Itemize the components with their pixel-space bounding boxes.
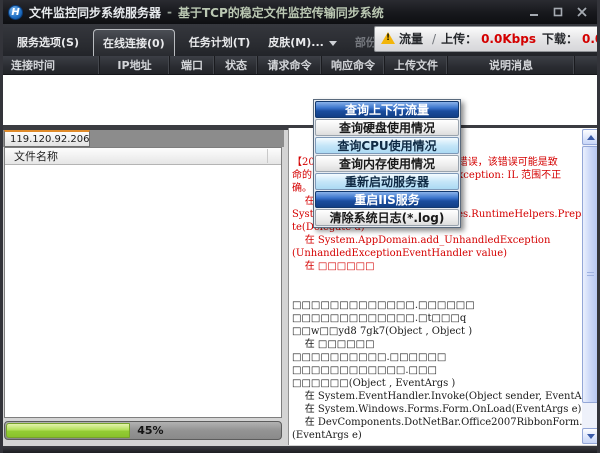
minimize-icon[interactable]: [528, 6, 540, 18]
file-list-panel[interactable]: 文件名称: [4, 147, 282, 418]
download-value: 0.0Kbps: [582, 26, 600, 52]
progress-fill: [6, 423, 130, 438]
tab-skin[interactable]: 皮肤(M)...: [259, 29, 346, 56]
column-header-port[interactable]: 端口: [170, 56, 215, 74]
warning-triangle-icon: [381, 32, 395, 44]
error-log-black-block: □□□□□□□□□□□□□.□□□□□□ □□□□□□□□□□□□□.□t□□□…: [292, 299, 582, 442]
ribbon-tab-bar: 服务选项(S) 在线连接(0) 任务计划(T) 皮肤(M)... 部份同步(B)…: [0, 24, 600, 56]
tab-service-options[interactable]: 服务选项(S): [8, 29, 88, 56]
file-list-column-header[interactable]: 文件名称: [5, 148, 281, 165]
context-menu: 查询上下行流量 查询硬盘使用情况 查询CPU使用情况 查询内存使用情况 重新启动…: [313, 99, 461, 228]
tab-online-connections[interactable]: 在线连接(0): [93, 29, 175, 56]
column-header-request-cmd[interactable]: 请求命令: [258, 56, 322, 74]
title-bar: H 文件监控同步系统服务器 - 基于TCP的稳定文件监控传输同步系统: [0, 0, 600, 24]
download-label: 下载：: [542, 26, 578, 52]
traffic-status-panel: 流量 / 上传： 0.0Kbps 下载： 0.0Kbps: [374, 26, 600, 52]
column-header-upload-file[interactable]: 上传文件: [385, 56, 448, 74]
menu-item-query-cpu-usage[interactable]: 查询CPU使用情况: [315, 137, 459, 154]
app-window: H 文件监控同步系统服务器 - 基于TCP的稳定文件监控传输同步系统 服务选项(…: [0, 0, 600, 453]
window-title-separator: -: [167, 5, 172, 19]
traffic-label: 流量: [399, 26, 423, 52]
connections-table-header: 连接时间 IP地址 端口 状态 请求命令 响应命令 上传文件 说明消息: [3, 56, 597, 74]
window-subtitle: 基于TCP的稳定文件监控传输同步系统: [178, 4, 384, 21]
traffic-separator: /: [432, 26, 436, 52]
window-bottom-edge: [0, 446, 600, 453]
window-title: 文件监控同步系统服务器: [29, 4, 161, 21]
menu-item-restart-iis[interactable]: 重启IIS服务: [315, 191, 459, 208]
menu-item-restart-server[interactable]: 重新启动服务器: [315, 173, 459, 190]
chevron-down-icon: [329, 41, 337, 46]
scroll-down-icon[interactable]: [582, 428, 599, 444]
client-tab-strip: 119.120.92.206: [3, 130, 284, 147]
column-header-status[interactable]: 状态: [215, 56, 258, 74]
client-ip-tab[interactable]: 119.120.92.206: [4, 130, 90, 147]
file-name-header-label: 文件名称: [14, 148, 58, 164]
column-header-connect-time[interactable]: 连接时间: [3, 56, 100, 74]
arrow-down-icon: [587, 434, 595, 439]
menu-item-clear-logs[interactable]: 清除系统日志(*.log): [315, 209, 459, 226]
column-header-filler: [575, 56, 597, 74]
column-header-response-cmd[interactable]: 响应命令: [322, 56, 385, 74]
upload-label: 上传：: [441, 26, 477, 52]
progress-bar: 45%: [4, 421, 282, 440]
arrow-up-icon: [587, 135, 595, 140]
connections-table-body[interactable]: [3, 74, 597, 125]
upload-value: 0.0Kbps: [481, 26, 536, 52]
tab-task-schedule[interactable]: 任务计划(T): [180, 29, 260, 56]
app-logo-icon: H: [8, 5, 23, 20]
file-list-header-separator: [267, 149, 268, 163]
close-icon[interactable]: [576, 6, 588, 18]
window-controls: [528, 6, 600, 18]
progress-label: 45%: [137, 424, 163, 437]
menu-item-query-disk-usage[interactable]: 查询硬盘使用情况: [315, 119, 459, 136]
tab-skin-label: 皮肤(M)...: [268, 36, 324, 49]
menu-item-query-traffic[interactable]: 查询上下行流量: [315, 101, 459, 118]
scroll-up-icon[interactable]: [582, 129, 599, 145]
maximize-icon[interactable]: [552, 6, 564, 18]
menu-item-query-memory-usage[interactable]: 查询内存使用情况: [315, 155, 459, 172]
column-header-description[interactable]: 说明消息: [448, 56, 575, 74]
column-header-ip-address[interactable]: IP地址: [100, 56, 170, 74]
scrollbar-thumb[interactable]: [582, 146, 599, 403]
vertical-scrollbar[interactable]: [582, 129, 599, 444]
